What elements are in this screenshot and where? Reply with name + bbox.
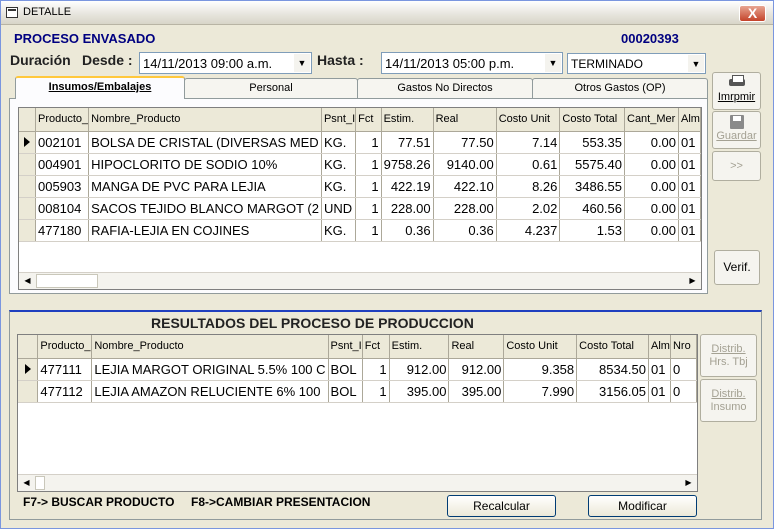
inputs-grid[interactable]: Producto_ Nombre_Producto Psnt_I Fct Est… [18, 107, 702, 290]
table-row[interactable]: 005903 MANGA DE PVC PARA LEJIA KG. 1 422… [19, 175, 701, 198]
table-row[interactable]: 477112 LEJIA AMAZON RELUCIENTE 6% 100 BO… [18, 380, 697, 403]
distrib-input-button[interactable]: Distrib. Insumo [700, 379, 757, 422]
table-row[interactable]: 477111 LEJIA MARGOT ORIGINAL 5.5% 100 C … [18, 358, 697, 381]
tab-panel: Producto_ Nombre_Producto Psnt_I Fct Est… [9, 98, 708, 294]
chevron-down-icon[interactable]: ▼ [294, 54, 310, 72]
detalle-window: DETALLE X PROCESO ENVASADO 00020393 Dura… [0, 0, 774, 529]
col-header[interactable]: Costo Total [559, 108, 625, 132]
col-header[interactable]: Alm [648, 335, 671, 359]
table-header-row: Producto_ Nombre_Producto Psnt_I Fct Est… [18, 335, 697, 359]
col-header[interactable]: Estim. [381, 108, 434, 132]
col-header[interactable]: Costo Unit [496, 108, 561, 132]
to-datetime-combo[interactable]: 14/11/2013 05:00 p.m. ▼ [381, 52, 563, 74]
col-header[interactable]: Costo Unit [503, 335, 578, 359]
scroll-right-icon[interactable]: ▶ [680, 475, 697, 491]
distrib-hours-button[interactable]: Distrib. Hrs. Tbj [700, 334, 757, 377]
col-header[interactable]: Real [433, 108, 497, 132]
tab-otros-gastos[interactable]: Otros Gastos (OP) [532, 78, 708, 98]
to-datetime-value: 14/11/2013 05:00 p.m. [385, 56, 515, 71]
scroll-thumb[interactable] [36, 274, 98, 288]
to-label: Hasta : [317, 52, 364, 68]
tab-insumos-embalajes[interactable]: Insumos/Embalajes [15, 76, 185, 99]
horizontal-scrollbar[interactable]: ◀ ▶ [19, 272, 701, 289]
results-table: Producto_ Nombre_Producto Psnt_I Fct Est… [18, 335, 697, 403]
inputs-table: Producto_ Nombre_Producto Psnt_I Fct Est… [19, 108, 701, 242]
print-button[interactable]: Imrpmir [712, 72, 761, 110]
col-header[interactable]: Cant_Mer [624, 108, 680, 132]
col-header[interactable]: Costo Total [576, 335, 649, 359]
chevron-down-icon[interactable]: ▼ [688, 55, 704, 72]
window-icon [6, 7, 18, 18]
tab-personal[interactable]: Personal [184, 78, 358, 98]
row-pointer-icon [18, 358, 39, 381]
hint-search: F7-> BUSCAR PRODUCTO [23, 495, 175, 509]
process-number: 00020393 [621, 31, 679, 46]
scroll-thumb[interactable] [35, 476, 45, 490]
from-datetime-value: 14/11/2013 09:00 a.m. [143, 56, 273, 71]
window-title: DETALLE [23, 6, 72, 18]
chevron-down-icon[interactable]: ▼ [545, 54, 561, 72]
status-combo[interactable]: TERMINADO ▼ [567, 53, 706, 74]
table-row[interactable]: 004901 HIPOCLORITO DE SODIO 10% KG. 1 97… [19, 153, 701, 176]
col-header[interactable]: Nombre_Producto [91, 335, 329, 359]
col-header[interactable]: Psnt_I [321, 108, 357, 132]
col-header[interactable]: Estim. [389, 335, 450, 359]
scroll-right-icon[interactable]: ▶ [684, 273, 701, 289]
from-datetime-combo[interactable]: 14/11/2013 09:00 a.m. ▼ [139, 52, 312, 74]
col-header[interactable]: Nro [670, 335, 697, 359]
title-bar[interactable]: DETALLE X [1, 1, 773, 25]
save-disk-icon [729, 115, 744, 129]
table-row[interactable]: 477180 RAFIA-LEJIA EN COJINES KG. 1 0.36… [19, 219, 701, 242]
col-header[interactable]: Real [448, 335, 505, 359]
next-button[interactable]: >> [712, 151, 761, 181]
tab-gastos-no-directos[interactable]: Gastos No Directos [357, 78, 533, 98]
scroll-left-icon[interactable]: ◀ [18, 475, 35, 491]
col-header[interactable]: Psnt_I [328, 335, 363, 359]
table-row[interactable]: 008104 SACOS TEJIDO BLANCO MARGOT (2 UND… [19, 197, 701, 220]
duration-label: Duración [10, 52, 71, 68]
col-header[interactable]: Producto_ [35, 108, 90, 132]
col-header[interactable]: Producto_ [37, 335, 93, 359]
table-header-row: Producto_ Nombre_Producto Psnt_I Fct Est… [19, 108, 701, 132]
col-header[interactable]: Fct [355, 108, 382, 132]
close-button[interactable]: X [739, 5, 766, 22]
hint-change: F8->CAMBIAR PRESENTACION [191, 495, 371, 509]
process-label: PROCESO ENVASADO [14, 31, 156, 46]
col-header[interactable]: Fct [362, 335, 390, 359]
save-button[interactable]: Guardar [712, 111, 761, 149]
table-row[interactable]: 002101 BOLSA DE CRISTAL (DIVERSAS MED KG… [19, 131, 701, 154]
from-label: Desde : [82, 52, 133, 68]
status-value: TERMINADO [571, 57, 643, 71]
col-header[interactable]: Nombre_Producto [88, 108, 322, 132]
printer-icon [728, 75, 745, 89]
scroll-left-icon[interactable]: ◀ [19, 273, 36, 289]
horizontal-scrollbar[interactable]: ◀ ▶ [18, 474, 697, 491]
modify-button[interactable]: Modificar [588, 495, 697, 517]
verify-button[interactable]: Verif. [714, 250, 760, 285]
col-header[interactable]: Alm [678, 108, 701, 132]
row-pointer-icon [19, 131, 36, 154]
results-title: RESULTADOS DEL PROCESO DE PRODUCCION [151, 315, 474, 331]
results-grid[interactable]: Producto_ Nombre_Producto Psnt_I Fct Est… [17, 334, 698, 492]
recalculate-button[interactable]: Recalcular [447, 495, 556, 517]
